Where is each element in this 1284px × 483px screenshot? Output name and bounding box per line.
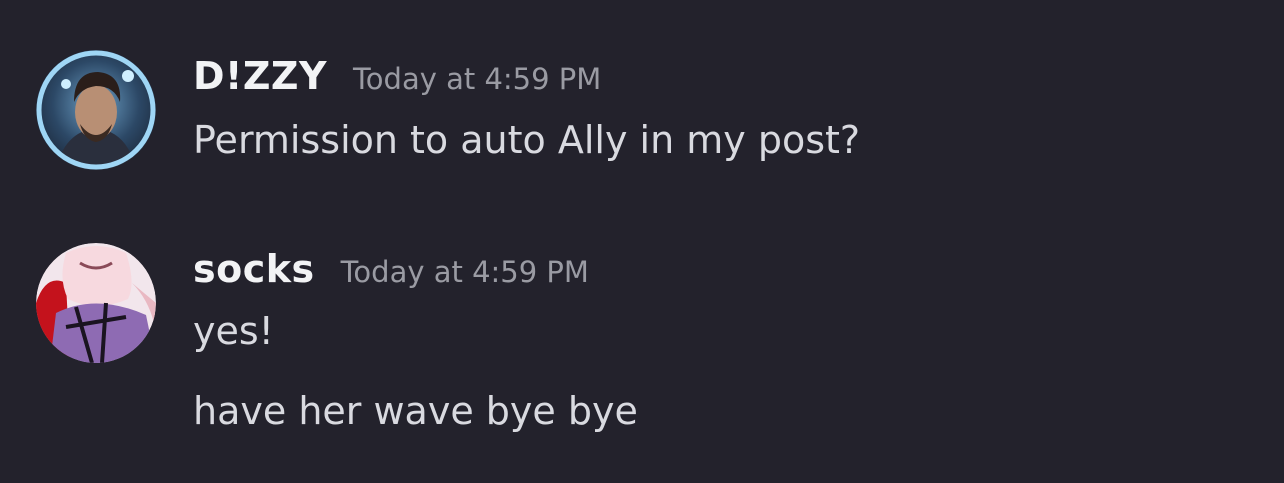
message-header: socks Today at 4:59 PM (193, 247, 589, 291)
message-group: socks Today at 4:59 PM yes! have her wav… (0, 243, 1284, 443)
username[interactable]: socks (193, 247, 315, 291)
user-avatar-icon[interactable] (36, 50, 156, 170)
message-header: D!ZZY Today at 4:59 PM (193, 54, 601, 98)
username[interactable]: D!ZZY (193, 54, 327, 98)
avatar-image (36, 50, 156, 170)
message-group: D!ZZY Today at 4:59 PM Permission to aut… (0, 50, 1284, 180)
timestamp: Today at 4:59 PM (340, 255, 589, 289)
message-text: yes! (193, 309, 274, 353)
timestamp: Today at 4:59 PM (353, 62, 602, 96)
message-text: have her wave bye bye (193, 389, 638, 433)
user-avatar-icon[interactable] (36, 243, 156, 363)
avatar-image (36, 243, 156, 363)
message-text: Permission to auto Ally in my post? (193, 118, 861, 162)
